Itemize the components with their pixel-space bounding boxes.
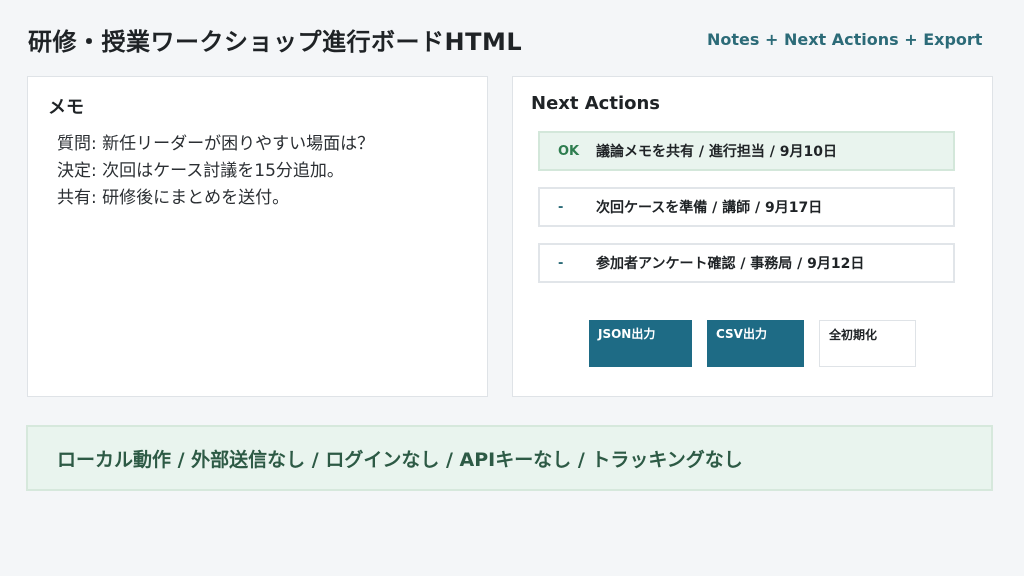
action-status[interactable]: OK: [540, 144, 596, 159]
action-status[interactable]: -: [540, 256, 596, 271]
export-csv-button[interactable]: CSV出力: [707, 320, 804, 367]
privacy-notice-text: ローカル動作 / 外部送信なし / ログインなし / APIキーなし / トラッ…: [57, 448, 743, 471]
action-item[interactable]: - 参加者アンケート確認 / 事務局 / 9月12日: [538, 243, 955, 283]
action-text: 参加者アンケート確認 / 事務局 / 9月12日: [596, 256, 865, 272]
action-status[interactable]: -: [540, 200, 596, 215]
action-item[interactable]: OK 議論メモを共有 / 進行担当 / 9月10日: [538, 131, 955, 171]
page-title: 研修・授業ワークショップ進行ボードHTML: [28, 28, 523, 56]
privacy-notice: ローカル動作 / 外部送信なし / ログインなし / APIキーなし / トラッ…: [26, 425, 993, 491]
next-actions-title: Next Actions: [531, 93, 661, 114]
next-actions-panel: Next Actions OK 議論メモを共有 / 進行担当 / 9月10日 -…: [512, 76, 993, 397]
action-item[interactable]: - 次回ケースを準備 / 講師 / 9月17日: [538, 187, 955, 227]
action-text: 次回ケースを準備 / 講師 / 9月17日: [596, 200, 823, 216]
memo-panel-title: メモ: [48, 97, 84, 118]
export-json-button[interactable]: JSON出力: [589, 320, 692, 367]
reset-all-button[interactable]: 全初期化: [819, 320, 916, 367]
page-subtitle: Notes + Next Actions + Export: [707, 30, 983, 49]
memo-panel: メモ 質問: 新任リーダーが困りやすい場面は？ 決定: 次回はケース討議を15分…: [27, 76, 488, 397]
action-text: 議論メモを共有 / 進行担当 / 9月10日: [596, 144, 837, 160]
memo-line: 質問: 新任リーダーが困りやすい場面は？: [57, 134, 375, 154]
memo-text[interactable]: 質問: 新任リーダーが困りやすい場面は？ 決定: 次回はケース討議を15分追加。…: [57, 131, 374, 212]
memo-line: 共有: 研修後にまとめを送付。: [57, 188, 290, 208]
memo-line: 決定: 次回はケース討議を15分追加。: [57, 161, 344, 181]
